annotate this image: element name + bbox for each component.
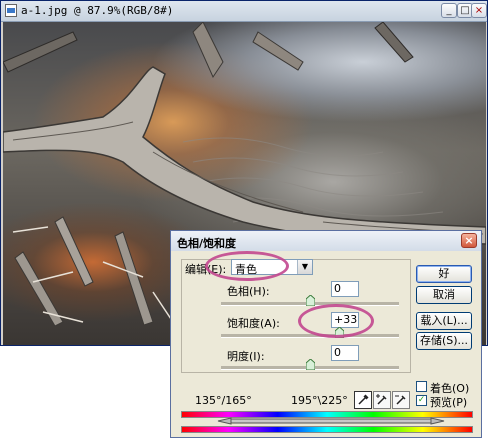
document-title: a-1.jpg @ 87.9%(RGB/8#) xyxy=(21,4,174,17)
hue-slider-thumb[interactable] xyxy=(306,295,315,306)
hue-saturation-dialog: 色相/饱和度 × 编辑(E): 青色 ▼ 色相(H): 0 饱和度(A): +3… xyxy=(170,230,482,438)
preview-label: 预览(P) xyxy=(430,396,468,409)
colorize-checkbox[interactable] xyxy=(416,381,427,392)
dialog-titlebar[interactable]: 色相/饱和度 × xyxy=(171,231,481,251)
document-titlebar[interactable]: a-1.jpg @ 87.9%(RGB/8#) _ □ × xyxy=(1,1,487,22)
output-spectrum-bar xyxy=(181,426,473,433)
cancel-button[interactable]: 取消 xyxy=(416,286,472,304)
close-icon[interactable]: × xyxy=(471,3,487,18)
lightness-slider-thumb[interactable] xyxy=(306,359,315,370)
saturation-slider-track[interactable] xyxy=(221,334,399,338)
dialog-close-icon[interactable]: × xyxy=(461,233,477,248)
range-selector[interactable] xyxy=(181,417,473,425)
preview-checkbox[interactable]: ✓ xyxy=(416,395,427,406)
hue-input[interactable]: 0 xyxy=(331,281,359,297)
highlight-ellipse-edit xyxy=(205,251,289,281)
eyedropper-add-icon[interactable] xyxy=(373,391,391,409)
range-left-degrees: 135°/165° xyxy=(195,394,252,407)
save-button[interactable]: 存储(S)... xyxy=(416,332,472,350)
eyedropper-subtract-icon[interactable] xyxy=(392,391,410,409)
ok-button[interactable]: 好 xyxy=(416,265,472,283)
highlight-ellipse-saturation xyxy=(298,304,374,338)
saturation-label: 饱和度(A): xyxy=(227,317,280,330)
dialog-title: 色相/饱和度 xyxy=(177,237,237,250)
range-right-degrees: 195°\225° xyxy=(291,394,348,407)
load-button[interactable]: 载入(L)... xyxy=(416,312,472,330)
chevron-down-icon[interactable]: ▼ xyxy=(297,260,312,274)
minimize-icon[interactable]: _ xyxy=(441,3,457,18)
hue-label: 色相(H): xyxy=(227,285,270,298)
image-file-icon xyxy=(5,4,17,17)
eyedropper-icon[interactable] xyxy=(354,391,372,409)
lightness-label: 明度(I): xyxy=(227,350,265,363)
lightness-input[interactable]: 0 xyxy=(331,345,359,361)
